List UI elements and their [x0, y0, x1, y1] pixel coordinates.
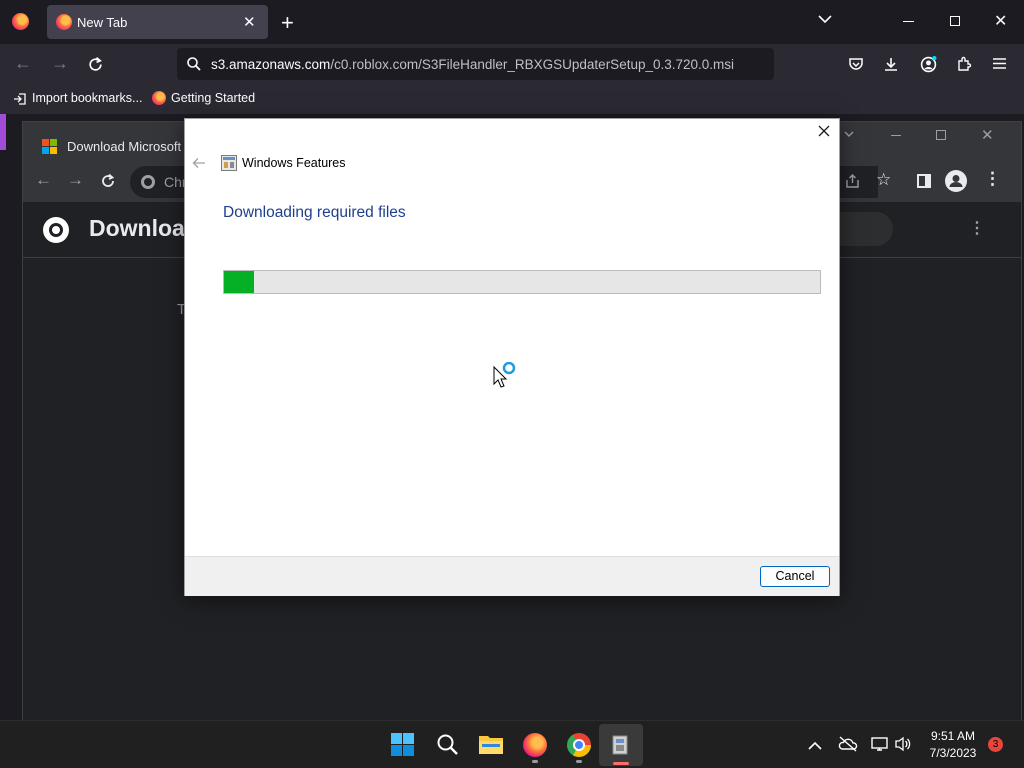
- firefox-bookmark-icon: [152, 91, 166, 105]
- chrome-profile-icon[interactable]: [945, 170, 967, 192]
- chrome-reload-icon[interactable]: [100, 173, 116, 194]
- chrome-running-indicator: [576, 760, 582, 763]
- downloads-icon[interactable]: [883, 56, 899, 77]
- firefox-content-accent: [0, 114, 6, 150]
- forward-icon[interactable]: →: [51, 53, 69, 74]
- close-window-icon[interactable]: ✕: [994, 11, 1007, 31]
- download-progress-fill: [224, 271, 254, 293]
- url-text: s3.amazonaws.com/c0.roblox.com/S3FileHan…: [211, 57, 734, 72]
- address-bar[interactable]: s3.amazonaws.com/c0.roblox.com/S3FileHan…: [177, 48, 774, 80]
- chrome-page-title: Download: [89, 215, 199, 241]
- chrome-page-search[interactable]: [833, 212, 893, 246]
- microsoft-logo-icon: [42, 139, 57, 154]
- pocket-icon[interactable]: [848, 57, 864, 76]
- menu-icon[interactable]: [992, 57, 1007, 75]
- url-host: s3.amazonaws.com: [211, 57, 331, 72]
- file-explorer-icon[interactable]: [478, 733, 504, 760]
- extensions-icon[interactable]: [956, 56, 972, 77]
- chrome-forward-icon[interactable]: →: [67, 170, 84, 190]
- restore-icon[interactable]: [950, 16, 960, 26]
- dialog-title: Windows Features: [242, 156, 346, 170]
- windows-features-active-indicator: [613, 762, 629, 765]
- chrome-logo-icon: [43, 217, 69, 243]
- chrome-taskbar-icon[interactable]: [567, 733, 591, 757]
- show-hidden-icons-icon[interactable]: [808, 738, 822, 756]
- firefox-running-indicator: [532, 760, 538, 763]
- import-icon: [13, 92, 27, 111]
- chrome-site-icon: [141, 175, 155, 189]
- windows-features-taskbar-button[interactable]: [599, 724, 643, 766]
- dialog-footer: [185, 556, 839, 596]
- firefox-taskbar-icon[interactable]: [523, 733, 547, 757]
- tab-new-tab[interactable]: New Tab ✕: [47, 5, 268, 39]
- busy-cursor-icon: [493, 361, 519, 393]
- back-icon[interactable]: ←: [14, 53, 32, 74]
- tab-title: New Tab: [77, 15, 128, 30]
- firefox-tab-icon: [56, 14, 72, 30]
- minimize-icon[interactable]: [903, 21, 914, 22]
- dialog-close-icon[interactable]: [817, 124, 831, 143]
- dialog-back-icon[interactable]: [192, 156, 206, 174]
- chrome-tab-title[interactable]: Download Microsoft .N: [67, 139, 198, 154]
- windows-features-dialog: Windows Features Downloading required fi…: [184, 118, 840, 596]
- chrome-side-panel-icon[interactable]: [917, 174, 931, 188]
- search-icon: [186, 56, 202, 77]
- list-all-tabs-icon[interactable]: [817, 11, 833, 30]
- bookmark-import[interactable]: Import bookmarks...: [32, 91, 142, 105]
- chrome-back-icon[interactable]: ←: [35, 170, 52, 190]
- windows-features-taskbar-icon: [611, 734, 631, 761]
- taskbar-search-icon[interactable]: [436, 733, 459, 761]
- firefox-tabbar: New Tab ✕ + ✕: [0, 0, 1024, 44]
- dialog-heading: Downloading required files: [223, 204, 406, 221]
- chrome-minimize-icon[interactable]: [891, 135, 901, 136]
- account-icon[interactable]: [920, 56, 937, 78]
- download-progress-bar: [223, 270, 821, 294]
- clock-time[interactable]: 9:51 AM: [923, 729, 983, 743]
- taskbar: 9:51 AM 7/3/2023 3: [0, 720, 1024, 768]
- chrome-close-icon[interactable]: ✕: [981, 126, 994, 144]
- start-icon[interactable]: [391, 733, 414, 761]
- new-tab-icon[interactable]: +: [281, 10, 294, 36]
- windows-features-icon: [221, 155, 237, 171]
- volume-icon[interactable]: [894, 736, 912, 757]
- chrome-page-menu-icon[interactable]: ⋮: [969, 218, 985, 238]
- reload-icon[interactable]: [87, 56, 104, 78]
- close-tab-icon[interactable]: ✕: [243, 13, 256, 31]
- network-icon[interactable]: [871, 736, 889, 757]
- notification-badge[interactable]: 3: [988, 737, 1003, 752]
- chrome-maximize-icon[interactable]: [936, 130, 946, 140]
- chrome-bookmark-star-icon[interactable]: ☆: [876, 170, 891, 190]
- onedrive-offline-icon[interactable]: [838, 736, 858, 757]
- chrome-tab-search-icon[interactable]: [843, 128, 855, 143]
- chrome-menu-icon[interactable]: ⋮: [984, 169, 1001, 189]
- bookmark-getting-started[interactable]: Getting Started: [171, 91, 255, 105]
- firefox-menu-icon[interactable]: [12, 13, 29, 30]
- url-path: /c0.roblox.com/S3FileHandler_RBXGSUpdate…: [330, 57, 735, 72]
- cancel-button[interactable]: Cancel: [760, 566, 830, 587]
- chrome-share-icon[interactable]: [845, 174, 860, 194]
- clock-date[interactable]: 7/3/2023: [923, 746, 983, 760]
